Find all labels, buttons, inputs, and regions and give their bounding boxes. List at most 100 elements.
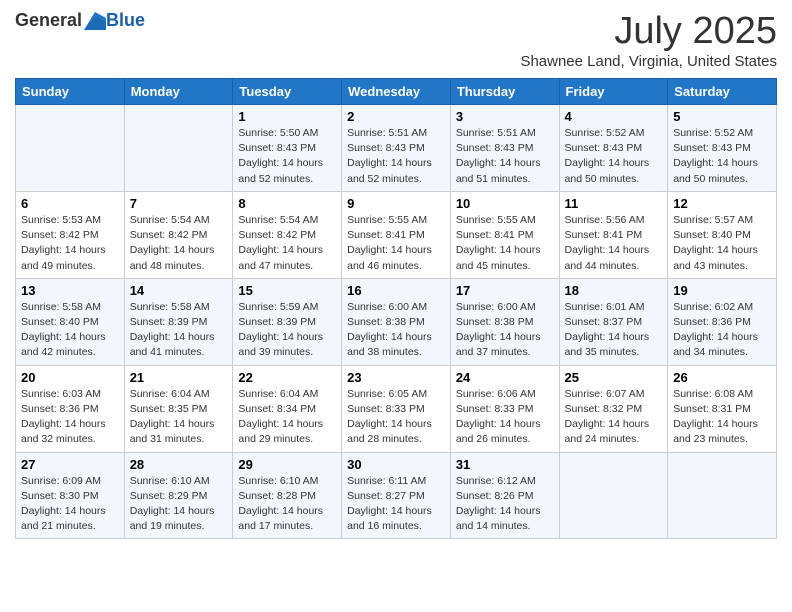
day-info: Sunrise: 5:56 AMSunset: 8:41 PMDaylight:…	[565, 213, 663, 274]
day-number: 21	[130, 370, 228, 385]
title-area: July 2025 Shawnee Land, Virginia, United…	[520, 10, 777, 70]
day-of-week-header: Monday	[124, 79, 233, 105]
calendar-day-cell: 15Sunrise: 5:59 AMSunset: 8:39 PMDayligh…	[233, 278, 342, 365]
calendar-day-cell	[16, 105, 125, 192]
calendar-day-cell	[668, 452, 777, 539]
day-info: Sunrise: 6:09 AMSunset: 8:30 PMDaylight:…	[21, 474, 119, 535]
page-header: General Blue July 2025 Shawnee Land, Vir…	[15, 10, 777, 70]
day-number: 28	[130, 457, 228, 472]
day-info: Sunrise: 6:06 AMSunset: 8:33 PMDaylight:…	[456, 387, 554, 448]
day-number: 17	[456, 283, 554, 298]
location-subtitle: Shawnee Land, Virginia, United States	[520, 53, 777, 70]
logo-blue-text: Blue	[106, 10, 145, 31]
day-info: Sunrise: 5:54 AMSunset: 8:42 PMDaylight:…	[130, 213, 228, 274]
day-info: Sunrise: 5:58 AMSunset: 8:40 PMDaylight:…	[21, 300, 119, 361]
day-info: Sunrise: 5:52 AMSunset: 8:43 PMDaylight:…	[673, 126, 771, 187]
calendar-table: SundayMondayTuesdayWednesdayThursdayFrid…	[15, 78, 777, 539]
calendar-day-cell: 5 Sunrise: 5:52 AMSunset: 8:43 PMDaylight…	[668, 105, 777, 192]
day-number: 30	[347, 457, 445, 472]
calendar-week-row: 13 Sunrise: 5:58 AMSunset: 8:40 PMDayligh…	[16, 278, 777, 365]
calendar-day-cell: 11 Sunrise: 5:56 AMSunset: 8:41 PMDayligh…	[559, 191, 668, 278]
day-number: 22	[238, 370, 336, 385]
day-of-week-header: Friday	[559, 79, 668, 105]
day-number: 26	[673, 370, 771, 385]
calendar-week-row: 20Sunrise: 6:03 AMSunset: 8:36 PMDayligh…	[16, 365, 777, 452]
day-info: Sunrise: 5:55 AMSunset: 8:41 PMDaylight:…	[347, 213, 445, 274]
month-title: July 2025	[520, 10, 777, 53]
day-info: Sunrise: 6:11 AMSunset: 8:27 PMDaylight:…	[347, 474, 445, 535]
logo: General Blue	[15, 10, 145, 31]
day-info: Sunrise: 6:03 AMSunset: 8:36 PMDaylight:…	[21, 387, 119, 448]
day-of-week-header: Thursday	[450, 79, 559, 105]
day-info: Sunrise: 5:59 AMSunset: 8:39 PMDaylight:…	[238, 300, 336, 361]
day-info: Sunrise: 6:04 AMSunset: 8:34 PMDaylight:…	[238, 387, 336, 448]
day-number: 19	[673, 283, 771, 298]
day-number: 31	[456, 457, 554, 472]
day-info: Sunrise: 5:53 AMSunset: 8:42 PMDaylight:…	[21, 213, 119, 274]
calendar-day-cell: 26 Sunrise: 6:08 AMSunset: 8:31 PMDayligh…	[668, 365, 777, 452]
logo-icon	[84, 12, 106, 30]
calendar-day-cell: 6Sunrise: 5:53 AMSunset: 8:42 PMDaylight…	[16, 191, 125, 278]
calendar-day-cell: 23 Sunrise: 6:05 AMSunset: 8:33 PMDayligh…	[342, 365, 451, 452]
day-of-week-header: Sunday	[16, 79, 125, 105]
day-of-week-header: Wednesday	[342, 79, 451, 105]
calendar-week-row: 1Sunrise: 5:50 AMSunset: 8:43 PMDaylight…	[16, 105, 777, 192]
day-of-week-header: Saturday	[668, 79, 777, 105]
calendar-day-cell: 13 Sunrise: 5:58 AMSunset: 8:40 PMDayligh…	[16, 278, 125, 365]
calendar-day-cell: 1Sunrise: 5:50 AMSunset: 8:43 PMDaylight…	[233, 105, 342, 192]
calendar-day-cell: 8 Sunrise: 5:54 AMSunset: 8:42 PMDaylight…	[233, 191, 342, 278]
day-info: Sunrise: 6:04 AMSunset: 8:35 PMDaylight:…	[130, 387, 228, 448]
day-info: Sunrise: 6:08 AMSunset: 8:31 PMDaylight:…	[673, 387, 771, 448]
day-number: 5	[673, 109, 771, 124]
logo-general-text: General	[15, 10, 82, 31]
day-number: 13	[21, 283, 119, 298]
day-number: 12	[673, 196, 771, 211]
day-number: 7	[130, 196, 228, 211]
day-number: 24	[456, 370, 554, 385]
day-info: Sunrise: 5:51 AMSunset: 8:43 PMDaylight:…	[347, 126, 445, 187]
day-number: 4	[565, 109, 663, 124]
day-number: 14	[130, 283, 228, 298]
day-number: 16	[347, 283, 445, 298]
calendar-day-cell: 14 Sunrise: 5:58 AMSunset: 8:39 PMDayligh…	[124, 278, 233, 365]
calendar-day-cell: 28 Sunrise: 6:10 AMSunset: 8:29 PMDayligh…	[124, 452, 233, 539]
day-info: Sunrise: 5:58 AMSunset: 8:39 PMDaylight:…	[130, 300, 228, 361]
day-number: 3	[456, 109, 554, 124]
calendar-day-cell: 30 Sunrise: 6:11 AMSunset: 8:27 PMDayligh…	[342, 452, 451, 539]
day-number: 8	[238, 196, 336, 211]
day-number: 23	[347, 370, 445, 385]
calendar-day-cell: 16 Sunrise: 6:00 AMSunset: 8:38 PMDayligh…	[342, 278, 451, 365]
day-number: 27	[21, 457, 119, 472]
day-of-week-header: Tuesday	[233, 79, 342, 105]
calendar-day-cell: 29 Sunrise: 6:10 AMSunset: 8:28 PMDayligh…	[233, 452, 342, 539]
day-number: 11	[565, 196, 663, 211]
calendar-week-row: 27 Sunrise: 6:09 AMSunset: 8:30 PMDayligh…	[16, 452, 777, 539]
day-info: Sunrise: 6:10 AMSunset: 8:29 PMDaylight:…	[130, 474, 228, 535]
day-number: 29	[238, 457, 336, 472]
day-number: 9	[347, 196, 445, 211]
calendar-day-cell: 21 Sunrise: 6:04 AMSunset: 8:35 PMDayligh…	[124, 365, 233, 452]
calendar-day-cell: 12 Sunrise: 5:57 AMSunset: 8:40 PMDayligh…	[668, 191, 777, 278]
day-info: Sunrise: 6:00 AMSunset: 8:38 PMDaylight:…	[347, 300, 445, 361]
day-info: Sunrise: 5:57 AMSunset: 8:40 PMDaylight:…	[673, 213, 771, 274]
calendar-day-cell: 7 Sunrise: 5:54 AMSunset: 8:42 PMDaylight…	[124, 191, 233, 278]
calendar-day-cell: 20Sunrise: 6:03 AMSunset: 8:36 PMDayligh…	[16, 365, 125, 452]
day-info: Sunrise: 5:50 AMSunset: 8:43 PMDaylight:…	[238, 126, 336, 187]
day-info: Sunrise: 5:55 AMSunset: 8:41 PMDaylight:…	[456, 213, 554, 274]
calendar-day-cell: 22 Sunrise: 6:04 AMSunset: 8:34 PMDayligh…	[233, 365, 342, 452]
calendar-day-cell: 17Sunrise: 6:00 AMSunset: 8:38 PMDayligh…	[450, 278, 559, 365]
day-info: Sunrise: 6:05 AMSunset: 8:33 PMDaylight:…	[347, 387, 445, 448]
calendar-day-cell: 2Sunrise: 5:51 AMSunset: 8:43 PMDaylight…	[342, 105, 451, 192]
calendar-day-cell: 4Sunrise: 5:52 AMSunset: 8:43 PMDaylight…	[559, 105, 668, 192]
day-info: Sunrise: 6:01 AMSunset: 8:37 PMDaylight:…	[565, 300, 663, 361]
calendar-day-cell: 24 Sunrise: 6:06 AMSunset: 8:33 PMDayligh…	[450, 365, 559, 452]
calendar-day-cell: 31 Sunrise: 6:12 AMSunset: 8:26 PMDayligh…	[450, 452, 559, 539]
calendar-day-cell: 18Sunrise: 6:01 AMSunset: 8:37 PMDayligh…	[559, 278, 668, 365]
calendar-day-cell	[124, 105, 233, 192]
calendar-day-cell	[559, 452, 668, 539]
calendar-day-cell: 25Sunrise: 6:07 AMSunset: 8:32 PMDayligh…	[559, 365, 668, 452]
day-info: Sunrise: 6:10 AMSunset: 8:28 PMDaylight:…	[238, 474, 336, 535]
day-info: Sunrise: 6:12 AMSunset: 8:26 PMDaylight:…	[456, 474, 554, 535]
day-info: Sunrise: 5:54 AMSunset: 8:42 PMDaylight:…	[238, 213, 336, 274]
calendar-day-cell: 3Sunrise: 5:51 AMSunset: 8:43 PMDaylight…	[450, 105, 559, 192]
